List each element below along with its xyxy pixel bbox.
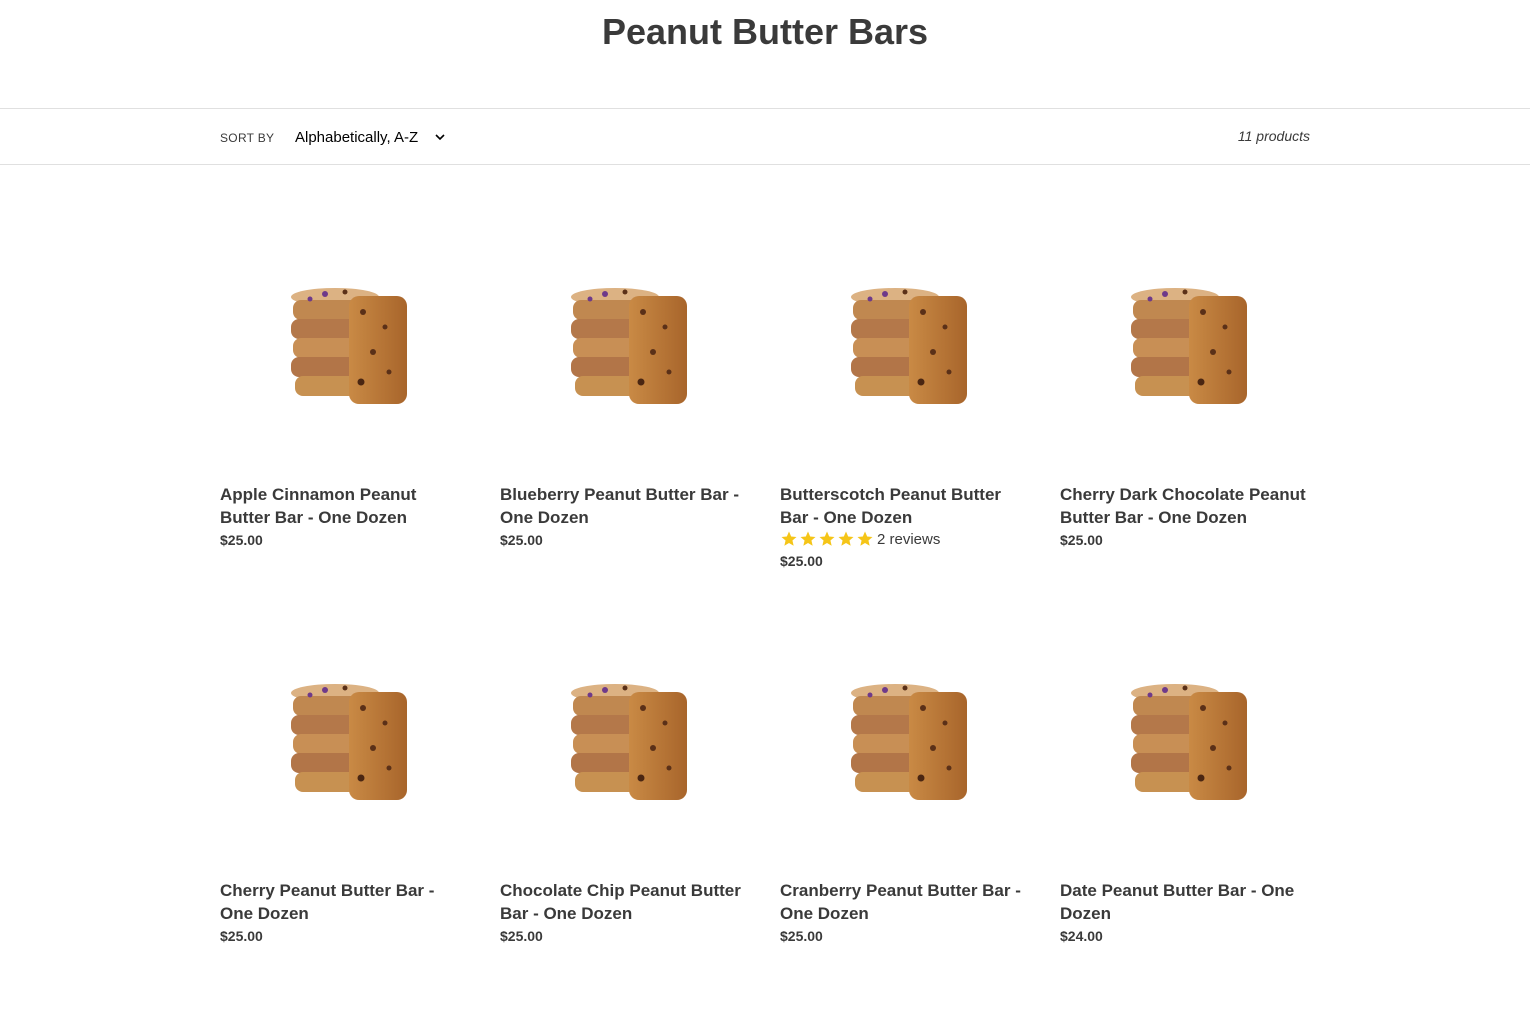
star-rating bbox=[780, 530, 874, 548]
product-title[interactable]: Cranberry Peanut Butter Bar - One Dozen bbox=[780, 879, 1030, 925]
product-image[interactable] bbox=[545, 668, 705, 828]
peanut-butter-bar-stack-image bbox=[1131, 288, 1247, 404]
product-title[interactable]: Apple Cinnamon Peanut Butter Bar - One D… bbox=[220, 483, 470, 529]
product-title[interactable]: Blueberry Peanut Butter Bar - One Dozen bbox=[500, 483, 750, 529]
star-icon bbox=[781, 531, 797, 546]
product-image[interactable] bbox=[825, 668, 985, 828]
chevron-down-icon bbox=[435, 134, 445, 141]
peanut-butter-bar-stack-image bbox=[291, 684, 407, 800]
product-rating[interactable]: 2 reviews bbox=[780, 530, 940, 548]
collection-filter-bar: SORT BY Alphabetically, A-Z 11 products bbox=[0, 108, 1530, 165]
sort-by-select[interactable]: Alphabetically, A-Z bbox=[284, 119, 454, 155]
star-icon bbox=[857, 531, 873, 546]
product-count: 11 products bbox=[1237, 128, 1310, 144]
star-icon bbox=[819, 531, 835, 546]
product-image[interactable] bbox=[825, 272, 985, 432]
review-count: 2 reviews bbox=[877, 530, 941, 548]
product-image[interactable] bbox=[265, 668, 425, 828]
product-image[interactable] bbox=[1105, 668, 1265, 828]
product-image[interactable] bbox=[1105, 272, 1265, 432]
page-title: Peanut Butter Bars bbox=[601, 11, 929, 52]
product-price: $25.00 bbox=[500, 532, 543, 548]
product-title[interactable]: Cherry Peanut Butter Bar - One Dozen bbox=[220, 879, 470, 925]
product-title[interactable]: Butterscotch Peanut Butter Bar - One Doz… bbox=[780, 483, 1030, 529]
peanut-butter-bar-stack-image bbox=[1131, 684, 1247, 800]
product-title[interactable]: Cherry Dark Chocolate Peanut Butter Bar … bbox=[1060, 483, 1310, 529]
product-price: $24.00 bbox=[1060, 928, 1103, 944]
sort-by-selected-value: Alphabetically, A-Z bbox=[295, 128, 419, 146]
product-image[interactable] bbox=[545, 272, 705, 432]
star-icon bbox=[800, 531, 816, 546]
product-price: $25.00 bbox=[220, 928, 263, 944]
peanut-butter-bar-stack-image bbox=[571, 288, 687, 404]
peanut-butter-bar-stack-image bbox=[851, 684, 967, 800]
peanut-butter-bar-stack-image bbox=[571, 684, 687, 800]
product-title[interactable]: Chocolate Chip Peanut Butter Bar - One D… bbox=[500, 879, 750, 925]
product-price: $25.00 bbox=[1060, 532, 1103, 548]
product-price: $25.00 bbox=[780, 928, 823, 944]
product-price: $25.00 bbox=[780, 553, 823, 569]
peanut-butter-bar-stack-image bbox=[851, 288, 967, 404]
sort-by-label: SORT BY bbox=[220, 131, 275, 145]
product-title[interactable]: Date Peanut Butter Bar - One Dozen bbox=[1060, 879, 1310, 925]
star-icon bbox=[838, 531, 854, 546]
product-image[interactable] bbox=[265, 272, 425, 432]
product-price: $25.00 bbox=[500, 928, 543, 944]
product-price: $25.00 bbox=[220, 532, 263, 548]
peanut-butter-bar-stack-image bbox=[291, 288, 407, 404]
